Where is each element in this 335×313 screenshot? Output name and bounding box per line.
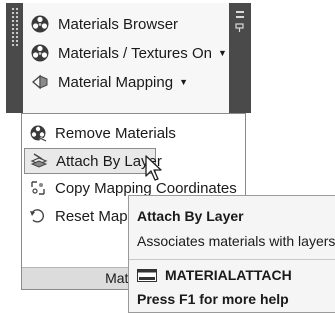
attach-by-layer-icon [30,152,48,170]
grip-dots-icon [11,7,19,47]
chevron-down-icon[interactable]: ▼ [179,77,188,87]
tooltip-command: MATERIALATTACH [137,267,292,283]
materials-browser-button[interactable]: Materials Browser [23,11,178,37]
panel-grip-handle[interactable] [6,3,23,113]
material-mapping-icon [30,72,50,92]
materials-browser-icon [30,14,50,34]
copy-mapping-icon [29,179,47,197]
mouse-cursor-icon [145,155,165,183]
menu-item-label: Remove Materials [55,124,176,142]
remove-materials-icon [29,124,47,143]
tooltip-description: Associates materials with layers [137,233,335,249]
command-line-icon [137,268,157,282]
reset-mapping-icon [29,207,47,225]
chevron-down-icon[interactable]: ▼ [218,48,227,58]
menu-item-remove-materials[interactable]: Remove Materials [24,121,176,145]
tooltip-help-text: Press F1 for more help [137,291,289,307]
tooltip-divider [129,259,335,260]
panel-body: Materials Browser Materials / Textures O… [23,3,229,113]
tooltip-title: Attach By Layer [137,208,244,224]
panel-pin-strip [229,3,251,113]
menu-item-attach-by-layer[interactable]: Attach By Layer [24,148,162,174]
tooltip: Attach By Layer Associates materials wit… [128,195,335,313]
materials-textures-icon [30,43,50,63]
materials-ribbon-panel: Materials Browser Materials / Textures O… [6,3,251,113]
tooltip-command-name: MATERIALATTACH [165,267,292,283]
materials-browser-label: Materials Browser [58,15,179,33]
material-mapping-button[interactable]: Material Mapping ▼ [23,69,188,95]
materials-textures-label: Materials / Textures On [58,44,212,62]
material-mapping-label: Material Mapping [58,73,174,91]
pin-icon[interactable] [235,11,245,35]
materials-textures-button[interactable]: Materials / Textures On ▼ [23,40,227,66]
